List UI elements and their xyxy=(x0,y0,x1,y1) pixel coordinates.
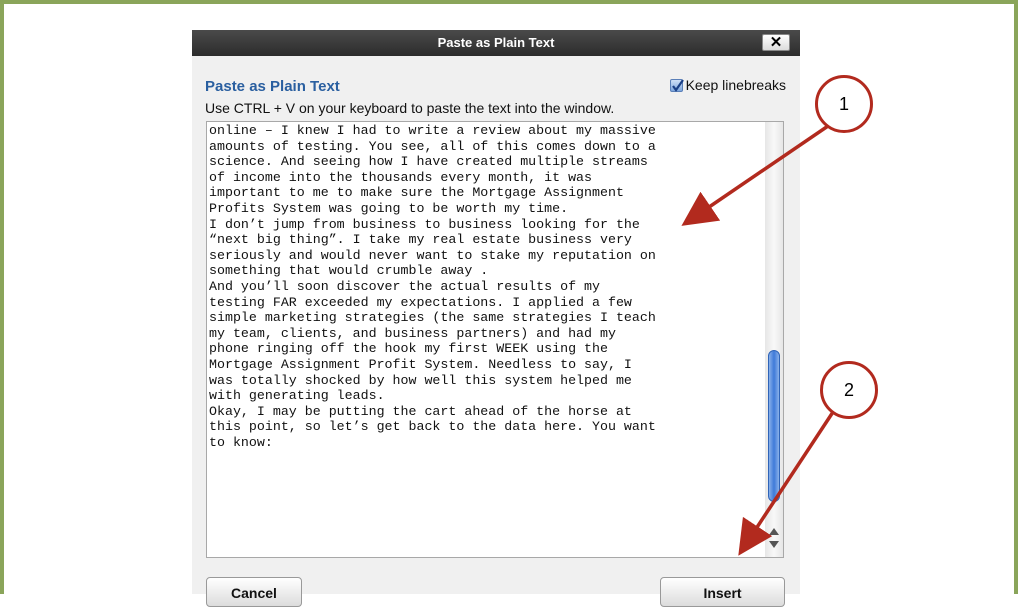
callout-1: 1 xyxy=(815,75,873,133)
callout-2-arrow xyxy=(738,411,835,556)
callout-1-arrow xyxy=(681,124,829,226)
callout-2: 2 xyxy=(820,361,878,419)
